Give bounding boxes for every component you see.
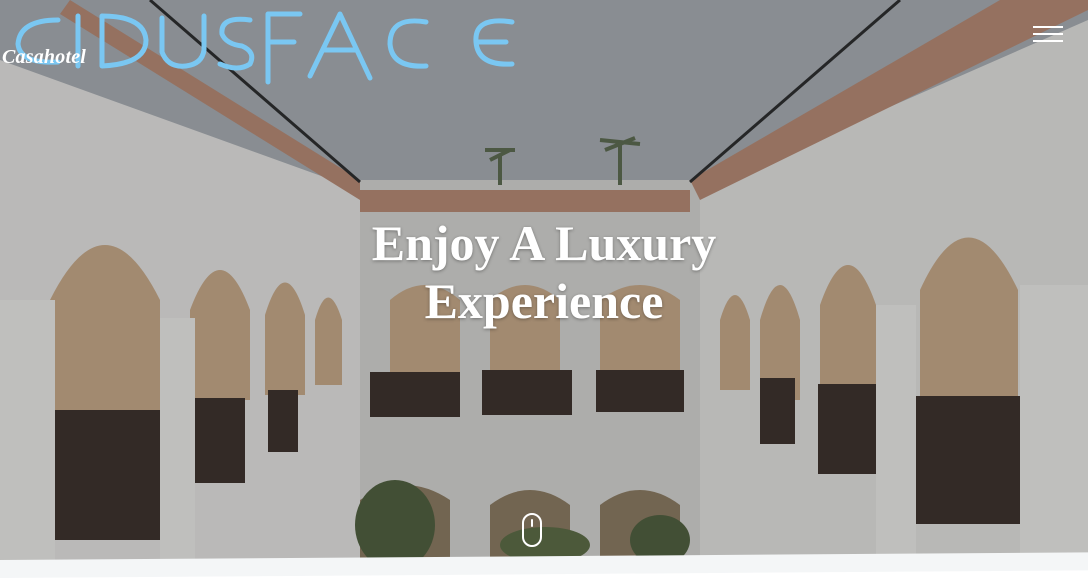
hero-headline: Enjoy A Luxury Experience	[244, 214, 844, 330]
hero-section: Casahotel Enjoy A Luxury Experience	[0, 0, 1088, 568]
menu-line-middle	[1033, 33, 1063, 35]
menu-line-bottom	[1033, 40, 1063, 42]
brand-logo-text[interactable]: Casahotel	[2, 46, 86, 69]
mouse-scroll-icon[interactable]	[520, 512, 544, 548]
menu-line-top	[1033, 26, 1063, 28]
hamburger-menu-button[interactable]	[1028, 20, 1068, 48]
hero-headline-line2: Experience	[424, 273, 664, 329]
hero-headline-line1: Enjoy A Luxury	[371, 215, 717, 271]
